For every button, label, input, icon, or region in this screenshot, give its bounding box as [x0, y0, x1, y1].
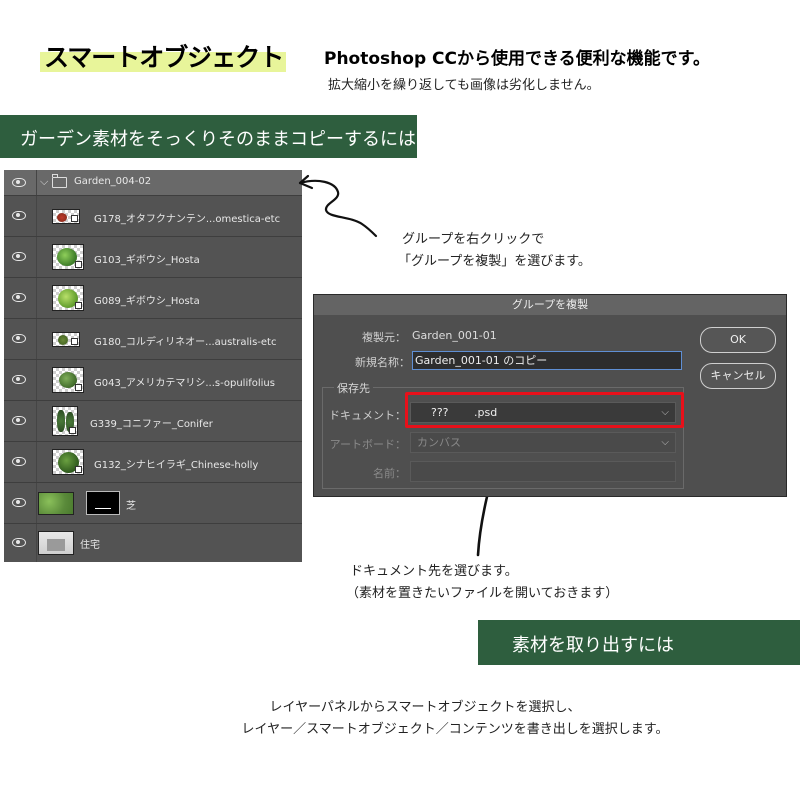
note-doc-line2: （素材を置きたいファイルを開いておきます）	[346, 586, 619, 601]
highlight-box	[405, 392, 684, 428]
destination-legend: 保存先	[334, 380, 373, 396]
source-value: Garden_001-01	[412, 329, 497, 342]
name-input[interactable]	[410, 461, 676, 482]
cancel-button[interactable]: キャンセル	[700, 363, 776, 389]
newname-input[interactable]: Garden_001-01 のコピー	[412, 351, 682, 370]
note-extract-line2: レイヤー／スマートオブジェクト／コンテンツを書き出しを選択します。	[241, 722, 669, 737]
source-label: 複製元：	[362, 331, 406, 344]
note-extract-line1: レイヤーパネルからスマートオブジェクトを選択し、	[269, 700, 581, 715]
banner-extract: 素材を取り出すには	[478, 620, 800, 665]
artboard-select[interactable]: カンバス ⌵	[410, 432, 676, 453]
newname-label: 新規名称：	[355, 356, 410, 369]
chevron-down-icon: ⌵	[661, 437, 669, 448]
arrow-to-group	[298, 179, 378, 238]
note-group-line1: グループを右クリックで	[402, 232, 545, 247]
banner-extract-text: 素材を取り出すには	[512, 635, 674, 656]
ok-button[interactable]: OK	[700, 327, 776, 353]
note-doc-line1: ドキュメント先を選びます。	[350, 564, 518, 579]
artboard-label: アートボード：	[329, 438, 406, 451]
dialog-title: グループを複製	[314, 295, 786, 315]
document-label: ドキュメント：	[329, 409, 406, 422]
artboard-select-value: カンバス	[417, 436, 461, 449]
note-group-line2: 「グループを複製」を選びます。	[398, 254, 591, 269]
name-label: 名前：	[373, 467, 406, 480]
